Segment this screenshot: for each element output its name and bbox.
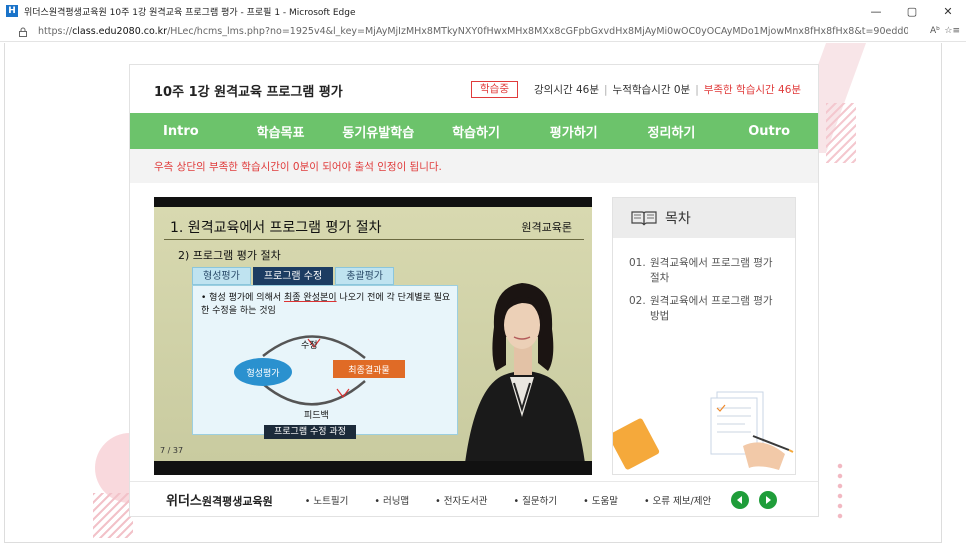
book-icon (631, 211, 657, 226)
page-title: 10주 1강 원격교육 프로그램 평가 (154, 85, 343, 100)
decor-dots (835, 461, 845, 521)
nav-motivation[interactable]: 동기유발학습 (329, 122, 427, 141)
time-summary: 강의시간 46분 | 누적학습시간 0분 | 부족한 학습시간 46분 (534, 84, 802, 96)
slide-course-tag: 원격교육론 (521, 221, 572, 234)
video-player[interactable]: 1. 원격교육에서 프로그램 평가 절차 원격교육론 2) 프로그램 평가 절차… (154, 197, 592, 475)
link-ask-question[interactable]: • 질문하기 (514, 493, 558, 507)
toc-list: 01. 원격교육에서 프로그램 평가 절차 02. 원격교육에서 프로그램 평가… (613, 238, 795, 324)
nav-evaluation[interactable]: 평가하기 (525, 122, 623, 141)
toc-panel: 목차 01. 원격교육에서 프로그램 평가 절차 02. 원격교육에서 프로그램… (612, 197, 796, 475)
nav-outro[interactable]: Outro (720, 124, 818, 139)
address-bar[interactable]: https://class.edu2080.co.kr/HLec/hcms_lm… (0, 22, 966, 42)
read-aloud-icon[interactable]: Aᵇ (930, 26, 940, 36)
slide-title: 1. 원격교육에서 프로그램 평가 절차 (170, 220, 382, 236)
link-help[interactable]: • 도움말 (583, 493, 618, 507)
slide-page-number: 7 / 37 (160, 446, 184, 455)
nav-intro[interactable]: Intro (130, 124, 232, 139)
footer-links: • 노트필기 • 러닝맵 • 전자도서관 • 질문하기 • 도움말 • 오류 제… (291, 493, 712, 507)
link-report-error[interactable]: • 오류 제보/제안 (644, 493, 711, 507)
url-text[interactable]: https://class.edu2080.co.kr/HLec/hcms_lm… (38, 26, 908, 37)
toc-heading: 목차 (665, 211, 691, 227)
link-e-library[interactable]: • 전자도서관 (435, 493, 487, 507)
status-badge: 학습중 (471, 81, 518, 98)
lock-icon (19, 27, 27, 37)
window-controls: — ▢ ✕ (858, 0, 966, 22)
close-button[interactable]: ✕ (930, 0, 966, 22)
decor-stripes-left (93, 493, 133, 538)
lesson-panel: 10주 1강 원격교육 프로그램 평가 학습중 강의시간 46분 | 누적학습시간 … (129, 64, 819, 517)
brand-logo: 위더스원격평생교육원 (166, 494, 273, 509)
slide-tab-formative: 형성평가 (192, 267, 251, 285)
lesson-footer: 위더스원격평생교육원 • 노트필기 • 러닝맵 • 전자도서관 • 질문하기 •… (130, 481, 818, 517)
minimize-button[interactable]: — (858, 0, 894, 22)
slide-subtitle: 2) 프로그램 평가 절차 (178, 249, 281, 262)
window-title: 위더스원격평생교육원 10주 1강 원격교육 프로그램 평가 - 프로필 1 -… (24, 7, 356, 18)
slide-content-box: • 형성 평가에 의해서 최종 완성본이 나오기 전에 각 단계별로 필요한 수… (192, 285, 458, 435)
presenter-video (465, 283, 585, 461)
toc-item-1[interactable]: 01. 원격교육에서 프로그램 평가 절차 (629, 256, 779, 286)
next-page-button[interactable] (759, 490, 778, 509)
toc-header: 목차 (613, 198, 795, 238)
prev-page-button[interactable] (731, 490, 750, 509)
page-nav-arrows (731, 490, 787, 509)
accumulated-time: 누적학습시간 0분 (612, 84, 691, 96)
nav-learning[interactable]: 학습하기 (427, 122, 525, 141)
page-canvas: 10주 1강 원격교육 프로그램 평가 학습중 강의시간 46분 | 누적학습시간 … (4, 43, 942, 543)
arrow-left-icon (737, 495, 743, 504)
node-final-result: 최종결과물 (333, 360, 405, 378)
slide-divider (164, 239, 584, 240)
edge-app-icon: H (6, 5, 18, 17)
study-illustration (613, 391, 794, 470)
slide-tab-summative: 총괄평가 (335, 267, 395, 285)
nav-goals[interactable]: 학습목표 (232, 122, 330, 141)
toc-item-2[interactable]: 02. 원격교육에서 프로그램 평가 방법 (629, 294, 779, 324)
decor-stripes (826, 103, 856, 163)
lesson-header: 10주 1강 원격교육 프로그램 평가 학습중 강의시간 46분 | 누적학습시간 … (130, 65, 818, 113)
slide-tab-revision: 프로그램 수정 (252, 267, 334, 285)
link-learning-map[interactable]: • 러닝맵 (374, 493, 409, 507)
favorites-icon[interactable]: ☆≡ (944, 26, 960, 36)
node-formative: 형성평가 (234, 358, 292, 386)
slide-tabs: 형성평가 프로그램 수정 총괄평가 (192, 267, 396, 285)
remaining-time: 부족한 학습시간 46분 (703, 84, 802, 96)
label-feedback: 피드백 (304, 411, 329, 421)
maximize-button[interactable]: ▢ (894, 0, 930, 22)
slide-caption: 프로그램 수정 과정 (264, 425, 356, 439)
notice-text: 우측 상단의 부족한 학습시간이 0분이 되어야 출석 인정이 됩니다. (154, 161, 442, 173)
window-titlebar: H 위더스원격평생교육원 10주 1강 원격교육 프로그램 평가 - 프로필 1… (0, 0, 966, 22)
link-notes[interactable]: • 노트필기 (305, 493, 349, 507)
nav-summary[interactable]: 정리하기 (623, 122, 721, 141)
lecture-time: 강의시간 46분 (534, 84, 599, 96)
arrow-right-icon (766, 495, 772, 504)
lesson-nav: Intro 학습목표 동기유발학습 학습하기 평가하기 정리하기 Outro (130, 113, 818, 149)
lecture-slide: 1. 원격교육에서 프로그램 평가 절차 원격교육론 2) 프로그램 평가 절차… (154, 207, 592, 461)
label-revise: 수정 (301, 341, 318, 351)
attendance-notice: 우측 상단의 부족한 학습시간이 0분이 되어야 출석 인정이 됩니다. (130, 149, 818, 183)
